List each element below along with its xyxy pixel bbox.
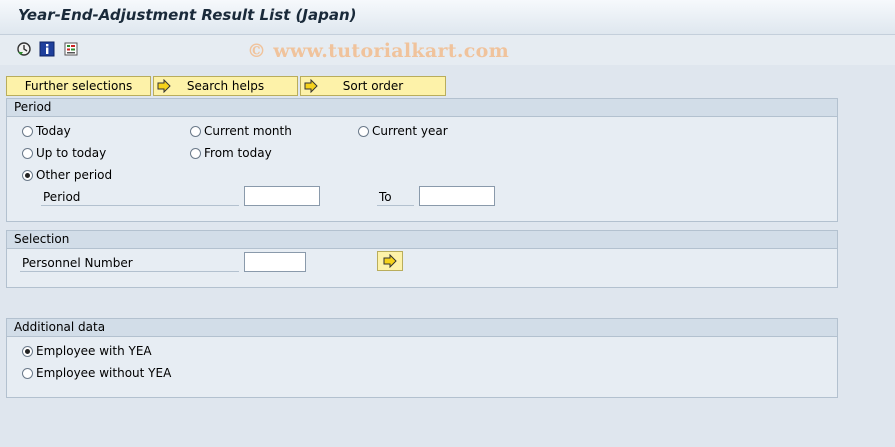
radio-employee-without-yea-label: Employee without YEA	[36, 366, 172, 380]
radio-circle-selected	[22, 346, 33, 357]
period-from-input[interactable]	[244, 186, 320, 206]
radio-current-year-label: Current year	[372, 124, 448, 138]
radio-circle-selected	[22, 170, 33, 181]
info-icon[interactable]	[39, 41, 55, 57]
watermark-text: © www.tutorialkart.com	[247, 40, 510, 62]
radio-employee-without-yea[interactable]: Employee without YEA	[22, 365, 171, 381]
search-helps-button[interactable]: Search helps	[153, 76, 298, 96]
radio-today[interactable]: Today	[22, 123, 71, 139]
radio-from-today[interactable]: From today	[190, 145, 272, 161]
title-bar: Year-End-Adjustment Result List (Japan)	[0, 0, 895, 35]
radio-circle	[22, 148, 33, 159]
page-title: Year-End-Adjustment Result List (Japan)	[18, 6, 357, 24]
radio-circle	[190, 148, 201, 159]
radio-up-to-today[interactable]: Up to today	[22, 145, 106, 161]
radio-employee-with-yea-label: Employee with YEA	[36, 344, 152, 358]
selection-options-icon[interactable]	[63, 41, 79, 57]
radio-current-month-label: Current month	[204, 124, 292, 138]
sort-order-label: Sort order	[342, 79, 404, 93]
period-group-header: Period	[7, 99, 837, 117]
personnel-number-label: Personnel Number	[20, 254, 239, 272]
arrow-right-icon	[304, 79, 318, 93]
arrow-right-icon	[383, 254, 397, 268]
additional-data-group-header: Additional data	[7, 319, 837, 337]
period-to-input[interactable]	[419, 186, 495, 206]
to-label: To	[377, 188, 414, 206]
radio-other-period[interactable]: Other period	[22, 167, 112, 183]
period-label: Period	[41, 188, 239, 206]
arrow-right-icon	[157, 79, 171, 93]
radio-other-period-label: Other period	[36, 168, 113, 182]
execute-icon[interactable]	[16, 41, 32, 57]
personnel-number-input[interactable]	[244, 252, 306, 272]
multiple-selection-button[interactable]	[377, 251, 403, 271]
sort-order-button[interactable]: Sort order	[300, 76, 446, 96]
selection-group-header: Selection	[7, 231, 837, 249]
radio-up-to-today-label: Up to today	[36, 146, 107, 160]
radio-today-label: Today	[36, 124, 71, 138]
radio-employee-with-yea[interactable]: Employee with YEA	[22, 343, 152, 359]
radio-circle	[358, 126, 369, 137]
further-selections-label: Further selections	[24, 79, 133, 93]
radio-circle	[190, 126, 201, 137]
radio-current-year[interactable]: Current year	[358, 123, 448, 139]
radio-circle	[22, 368, 33, 379]
radio-from-today-label: From today	[204, 146, 272, 160]
radio-circle	[22, 126, 33, 137]
radio-current-month[interactable]: Current month	[190, 123, 292, 139]
search-helps-label: Search helps	[186, 79, 265, 93]
further-selections-button[interactable]: Further selections	[6, 76, 151, 96]
